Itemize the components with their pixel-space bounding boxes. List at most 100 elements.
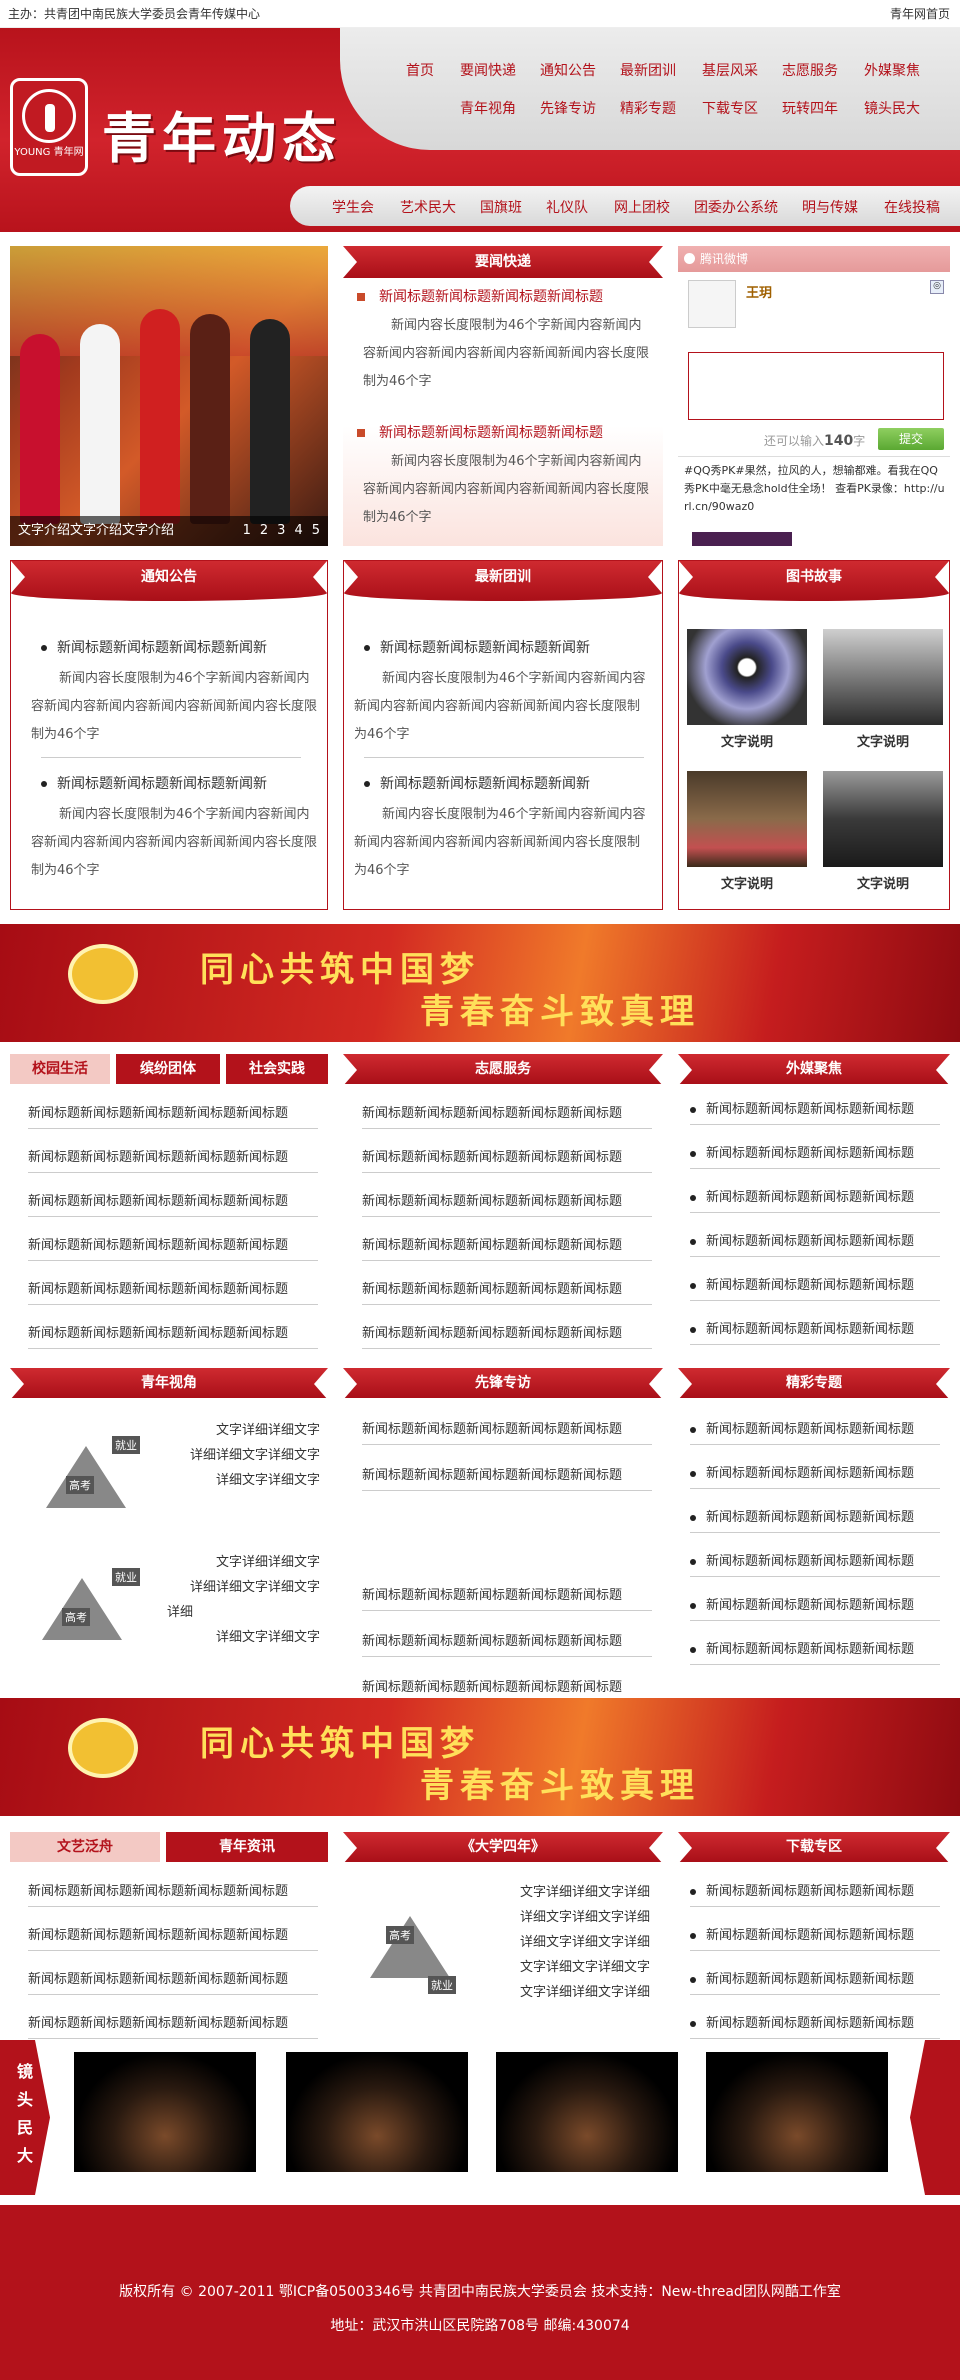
subnav-item[interactable]: 礼仪队: [546, 197, 588, 217]
list-item[interactable]: 新闻标题新闻标题新闻标题新闻标题: [690, 1318, 950, 1337]
subnav-item[interactable]: 国旗班: [480, 197, 522, 217]
nav-item[interactable]: 要闻快递: [460, 60, 516, 80]
news-title-link[interactable]: 新闻标题新闻标题新闻标题新闻新: [364, 773, 654, 793]
nav-item[interactable]: 基层风采: [702, 60, 758, 80]
gallery-label-prev[interactable]: 镜头民大: [0, 2040, 50, 2195]
subnav-item[interactable]: 学生会: [332, 197, 374, 217]
news-title-link[interactable]: 新闻标题新闻标题新闻标题新闻新: [41, 637, 321, 657]
list-item[interactable]: 新闻标题新闻标题新闻标题新闻标题新闻标题: [28, 2012, 328, 2031]
nav-item[interactable]: 志愿服务: [782, 60, 838, 80]
list-item[interactable]: 新闻标题新闻标题新闻标题新闻标题新闻标题: [362, 1190, 662, 1209]
nav-item[interactable]: 通知公告: [540, 60, 596, 80]
tab-literature[interactable]: 文艺泛舟: [10, 1832, 160, 1862]
weibo-post-image[interactable]: [692, 532, 792, 546]
nav-item[interactable]: 最新团训: [620, 60, 676, 80]
list-item[interactable]: 新闻标题新闻标题新闻标题新闻标题: [690, 1142, 950, 1161]
tab-clubs[interactable]: 缤纷团体: [116, 1054, 220, 1084]
nav-item[interactable]: 外媒聚焦: [864, 60, 920, 80]
book-caption[interactable]: 文字说明: [687, 731, 807, 750]
list-item[interactable]: 新闻标题新闻标题新闻标题新闻标题: [690, 1968, 950, 1987]
list-item[interactable]: 新闻标题新闻标题新闻标题新闻标题新闻标题: [28, 1322, 328, 1341]
four-years-cartoon-image[interactable]: 高考 就业: [358, 1886, 458, 2006]
list-item[interactable]: 新闻标题新闻标题新闻标题新闻标题: [690, 1880, 950, 1899]
youth-cartoon-image[interactable]: 就业 高考: [22, 1558, 152, 1648]
list-item[interactable]: 新闻标题新闻标题新闻标题新闻标题: [690, 2012, 950, 2031]
nav-item[interactable]: 镜头民大: [864, 98, 920, 118]
slogan-banner[interactable]: 同心共筑中国梦 青春奋斗致真理: [0, 1698, 960, 1816]
gallery-photo[interactable]: [706, 2052, 888, 2172]
list-item[interactable]: 新闻标题新闻标题新闻标题新闻标题: [690, 1594, 950, 1613]
list-item[interactable]: 新闻标题新闻标题新闻标题新闻标题新闻标题: [28, 1278, 328, 1297]
subnav-item[interactable]: 团委办公系统: [694, 197, 778, 217]
nav-item[interactable]: 先锋专访: [540, 98, 596, 118]
news-title-link[interactable]: 新闻标题新闻标题新闻标题新闻新: [41, 773, 321, 793]
list-item[interactable]: 新闻标题新闻标题新闻标题新闻标题: [690, 1506, 950, 1525]
nav-item[interactable]: 下载专区: [702, 98, 758, 118]
slide-page-link[interactable]: 4: [294, 523, 302, 538]
gallery-photo[interactable]: [286, 2052, 468, 2172]
book-thumbnail[interactable]: [823, 629, 943, 725]
list-item[interactable]: 新闻标题新闻标题新闻标题新闻标题: [690, 1274, 950, 1293]
subnav-item[interactable]: 网上团校: [614, 197, 670, 217]
submit-button[interactable]: 提交: [878, 428, 944, 450]
nav-item[interactable]: 玩转四年: [782, 98, 838, 118]
list-item[interactable]: 新闻标题新闻标题新闻标题新闻标题新闻标题: [362, 1234, 662, 1253]
slide-page-link[interactable]: 5: [312, 523, 320, 538]
book-thumbnail[interactable]: [823, 771, 943, 867]
tab-youth-news[interactable]: 青年资讯: [166, 1832, 328, 1862]
list-item[interactable]: 新闻标题新闻标题新闻标题新闻标题新闻标题: [28, 1102, 328, 1121]
gallery-photo[interactable]: [74, 2052, 256, 2172]
list-item[interactable]: 新闻标题新闻标题新闻标题新闻标题新闻标题: [28, 1146, 328, 1165]
book-thumbnail[interactable]: [687, 629, 807, 725]
slide-page-link[interactable]: 3: [277, 523, 285, 538]
nav-item[interactable]: 青年视角: [460, 98, 516, 118]
list-item[interactable]: 新闻标题新闻标题新闻标题新闻标题新闻标题: [28, 1924, 328, 1943]
list-item[interactable]: 新闻标题新闻标题新闻标题新闻标题新闻标题: [362, 1584, 662, 1603]
list-item[interactable]: 新闻标题新闻标题新闻标题新闻标题新闻标题: [362, 1418, 662, 1437]
list-item[interactable]: 新闻标题新闻标题新闻标题新闻标题新闻标题: [362, 1630, 662, 1649]
list-item[interactable]: 新闻标题新闻标题新闻标题新闻标题新闻标题: [362, 1102, 662, 1121]
news-slideshow[interactable]: 文字介绍文字介绍文字介绍 12345: [10, 246, 328, 546]
book-thumbnail[interactable]: [687, 771, 807, 867]
tab-campus-life[interactable]: 校园生活: [10, 1054, 110, 1084]
slide-page-link[interactable]: 1: [243, 523, 251, 538]
list-item[interactable]: 新闻标题新闻标题新闻标题新闻标题: [690, 1098, 950, 1117]
subnav-item[interactable]: 在线投稿: [884, 197, 940, 217]
news-title-link[interactable]: 新闻标题新闻标题新闻标题新闻标题: [357, 422, 657, 442]
list-item[interactable]: 新闻标题新闻标题新闻标题新闻标题新闻标题: [362, 1146, 662, 1165]
list-item[interactable]: 新闻标题新闻标题新闻标题新闻标题: [690, 1418, 950, 1437]
list-item[interactable]: 新闻标题新闻标题新闻标题新闻标题: [690, 1186, 950, 1205]
gallery-photo[interactable]: [496, 2052, 678, 2172]
nav-item[interactable]: 精彩专题: [620, 98, 676, 118]
avatar[interactable]: [688, 280, 736, 328]
home-link[interactable]: 青年网首页: [890, 0, 950, 28]
list-item[interactable]: 新闻标题新闻标题新闻标题新闻标题: [690, 1462, 950, 1481]
list-item[interactable]: 新闻标题新闻标题新闻标题新闻标题新闻标题: [362, 1464, 662, 1483]
news-title-link[interactable]: 新闻标题新闻标题新闻标题新闻新: [364, 637, 654, 657]
youth-cartoon-image[interactable]: 就业 高考: [26, 1426, 156, 1516]
subnav-item[interactable]: 明与传媒: [802, 197, 858, 217]
list-item[interactable]: 新闻标题新闻标题新闻标题新闻标题新闻标题: [28, 1190, 328, 1209]
list-item[interactable]: 新闻标题新闻标题新闻标题新闻标题: [690, 1550, 950, 1569]
book-caption[interactable]: 文字说明: [823, 873, 943, 892]
list-item[interactable]: 新闻标题新闻标题新闻标题新闻标题新闻标题: [362, 1322, 662, 1341]
weibo-username[interactable]: 王玥: [746, 282, 772, 301]
slogan-banner[interactable]: 同心共筑中国梦 青春奋斗致真理: [0, 924, 960, 1042]
tab-social-practice[interactable]: 社会实践: [226, 1054, 328, 1084]
four-years-text[interactable]: 文字详细详细文字详细 详细文字详细文字详细 详细文字详细文字详细 文字详细文字详细文字…: [470, 1880, 650, 2005]
list-item[interactable]: 新闻标题新闻标题新闻标题新闻标题新闻标题: [28, 1968, 328, 1987]
list-item[interactable]: 新闻标题新闻标题新闻标题新闻标题新闻标题: [28, 1880, 328, 1899]
list-item[interactable]: 新闻标题新闻标题新闻标题新闻标题新闻标题: [362, 1278, 662, 1297]
nav-item[interactable]: 首页: [406, 60, 434, 80]
list-item[interactable]: 新闻标题新闻标题新闻标题新闻标题: [690, 1638, 950, 1657]
list-item[interactable]: 新闻标题新闻标题新闻标题新闻标题新闻标题: [28, 1234, 328, 1253]
book-caption[interactable]: 文字说明: [823, 731, 943, 750]
gallery-next-arrow-icon[interactable]: [910, 2040, 960, 2195]
subnav-item[interactable]: 艺术民大: [400, 197, 456, 217]
list-item[interactable]: 新闻标题新闻标题新闻标题新闻标题: [690, 1230, 950, 1249]
list-item[interactable]: 新闻标题新闻标题新闻标题新闻标题: [690, 1924, 950, 1943]
news-title-link[interactable]: 新闻标题新闻标题新闻标题新闻标题: [357, 286, 657, 306]
weibo-compose-input[interactable]: [688, 352, 944, 420]
site-logo[interactable]: YOUNG 青年网: [10, 78, 88, 176]
slide-page-link[interactable]: 2: [260, 523, 268, 538]
